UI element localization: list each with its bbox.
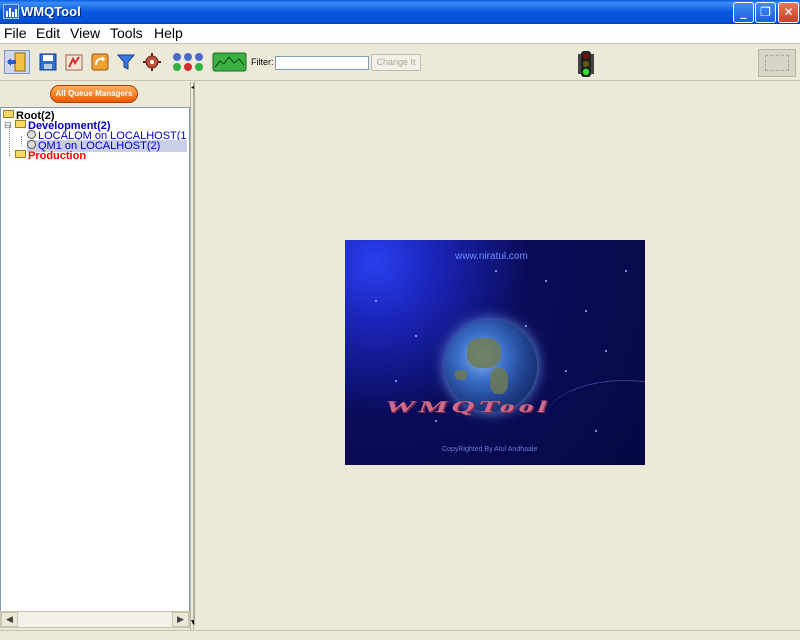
menu-edit[interactable]: Edit — [36, 25, 60, 41]
left-panel: All Queue Managers Root(2) ⊟ Development… — [0, 82, 190, 630]
exit-icon — [7, 52, 26, 72]
orbit-glow — [545, 380, 645, 460]
status-grid-button[interactable] — [170, 50, 208, 74]
title-bar: WMQTool _ ❐ ✕ — [0, 0, 800, 24]
wizard-icon — [65, 54, 83, 71]
scroll-thumb[interactable] — [18, 612, 172, 627]
monitor-icon — [212, 52, 247, 72]
settings-button[interactable] — [141, 50, 163, 74]
tree-node-production[interactable]: Production — [15, 150, 86, 162]
menu-view[interactable]: View — [70, 25, 100, 41]
minimize-button[interactable]: _ — [733, 2, 754, 23]
wizard-button[interactable] — [63, 50, 85, 74]
queue-manager-icon — [27, 130, 36, 139]
toolbar: Filter: Change It — [0, 45, 800, 81]
status-grid-icon — [173, 53, 203, 71]
filter-input[interactable] — [275, 56, 369, 70]
splash-copyright: CopyRighted By Atul Andhaale — [442, 446, 538, 453]
scroll-left-icon[interactable]: ◀ — [1, 612, 18, 627]
tree-connector — [9, 126, 10, 156]
disabled-panel-button[interactable] — [758, 49, 796, 77]
save-button[interactable] — [37, 50, 59, 74]
splash-logo: WMQTool — [381, 397, 554, 416]
maximize-button[interactable]: ❐ — [755, 2, 776, 23]
expand-toggle-icon[interactable]: ⊟ — [4, 120, 12, 131]
monitor-button[interactable] — [211, 50, 248, 74]
close-button[interactable]: ✕ — [778, 2, 799, 23]
filter-icon — [116, 54, 136, 70]
folder-closed-icon — [15, 150, 26, 158]
scroll-right-icon[interactable]: ▶ — [172, 612, 189, 627]
app-icon — [3, 4, 19, 19]
change-it-button[interactable]: Change It — [371, 54, 421, 71]
splash-url: www.niratul.com — [455, 251, 528, 262]
filter-label: Filter: — [251, 57, 274, 67]
menu-file[interactable]: File — [4, 25, 27, 41]
exit-button[interactable] — [4, 50, 30, 74]
status-bar — [0, 630, 800, 640]
tree-connector — [21, 136, 22, 146]
refresh-icon — [91, 53, 109, 71]
splash-image: www.niratul.com WMQTool CopyRighted By A… — [345, 240, 645, 465]
menu-help[interactable]: Help — [154, 25, 183, 41]
folder-open-icon — [3, 110, 14, 118]
all-queue-managers-button[interactable]: All Queue Managers — [50, 85, 138, 103]
folder-open-icon — [15, 120, 26, 128]
refresh-button[interactable] — [89, 50, 111, 74]
queue-manager-tree: Root(2) ⊟ Development(2) LOCALQM on LOCA… — [0, 107, 190, 613]
traffic-light-icon — [578, 51, 594, 77]
queue-manager-icon — [27, 140, 36, 149]
save-icon — [39, 53, 57, 71]
settings-icon — [143, 53, 161, 71]
menu-tools[interactable]: Tools — [110, 25, 143, 41]
placeholder-icon — [765, 55, 789, 71]
tree-horizontal-scrollbar[interactable]: ◀ ▶ — [0, 611, 190, 628]
filter-button[interactable] — [115, 50, 137, 74]
menu-bar: File Edit View Tools Help — [0, 24, 800, 44]
window-title: WMQTool — [21, 4, 81, 19]
